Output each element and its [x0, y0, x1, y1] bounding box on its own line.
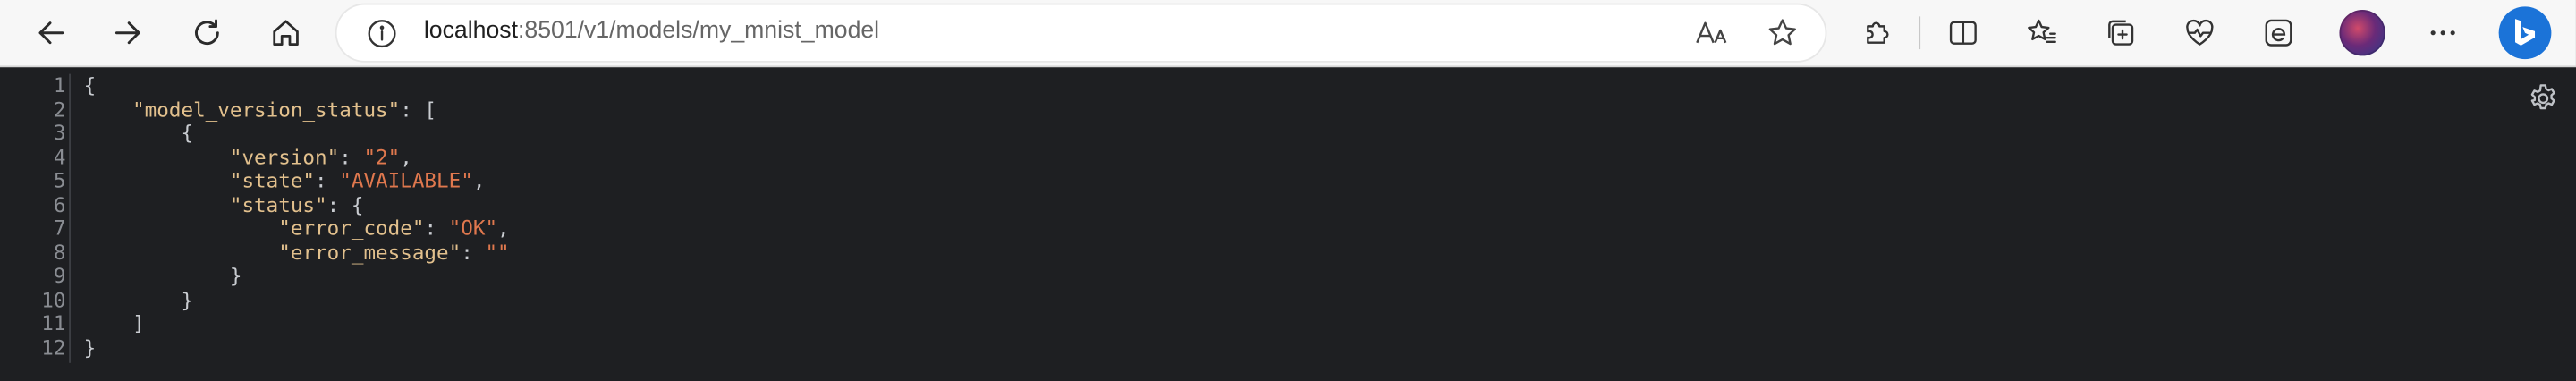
- json-line: "model_version_status": [: [84, 97, 510, 122]
- home-icon: [273, 20, 299, 46]
- json-line: "status": {: [84, 193, 510, 217]
- copilot-button[interactable]: [2498, 6, 2552, 60]
- json-string: "": [485, 241, 510, 265]
- browser-essentials-button[interactable]: [2175, 8, 2224, 57]
- line-number: 2: [53, 97, 66, 122]
- json-key: "error_code": [278, 216, 425, 241]
- extensions-button[interactable]: [1853, 8, 1902, 57]
- json-punctuation: : {: [326, 193, 364, 216]
- json-code: { "model_version_status": [ { "version":…: [84, 74, 510, 361]
- address-url[interactable]: localhost:8501/v1/models/my_mnist_model: [424, 18, 879, 44]
- refresh-icon: [195, 19, 219, 46]
- json-key: "status": [229, 193, 327, 216]
- forward-button[interactable]: [104, 8, 153, 57]
- json-key: "version": [229, 145, 340, 169]
- json-line: "version": "2",: [84, 146, 510, 170]
- split-screen-icon: [1949, 21, 1977, 45]
- line-number: 10: [41, 289, 66, 312]
- json-punctuation: : [: [400, 97, 437, 122]
- line-number: 1: [53, 73, 66, 97]
- json-punctuation: [84, 241, 279, 265]
- internet-explorer-icon: [2265, 19, 2292, 47]
- json-punctuation: ,: [497, 216, 510, 241]
- json-punctuation: :: [339, 145, 364, 169]
- home-button[interactable]: [261, 8, 310, 57]
- json-punctuation: {: [83, 73, 97, 97]
- line-number: 8: [53, 241, 66, 265]
- json-punctuation: }: [83, 289, 194, 312]
- url-path: :8501/v1/models/my_mnist_model: [517, 18, 880, 45]
- line-number: 6: [53, 193, 66, 216]
- line-number: 7: [53, 216, 66, 241]
- json-line: }: [84, 289, 510, 313]
- heart-pulse-icon: [2186, 19, 2214, 46]
- json-punctuation: ]: [83, 312, 145, 336]
- line-number: 5: [53, 169, 66, 193]
- json-punctuation: [84, 217, 279, 241]
- json-punctuation: ,: [400, 145, 412, 169]
- json-line: "error_code": "OK",: [84, 217, 510, 241]
- json-punctuation: [84, 146, 230, 169]
- more-dots-icon: [2430, 30, 2455, 36]
- read-aloud-icon[interactable]: [1694, 16, 1730, 55]
- json-line: {: [84, 122, 510, 146]
- json-string: "AVAILABLE": [339, 169, 473, 193]
- bing-logo-icon: [2514, 19, 2536, 46]
- collections-icon: [2108, 20, 2134, 46]
- back-button[interactable]: [26, 8, 75, 57]
- json-line: "state": "AVAILABLE",: [84, 169, 510, 193]
- line-number: 12: [41, 336, 66, 360]
- json-punctuation: :: [461, 241, 486, 265]
- refresh-button[interactable]: [182, 8, 232, 57]
- line-number: 9: [53, 265, 66, 289]
- line-number-gutter: 1 2 3 4 5 6 7 8 9 10 11 12: [0, 73, 71, 363]
- json-line: }: [84, 336, 510, 360]
- json-line: {: [84, 74, 510, 98]
- json-punctuation: :: [315, 169, 340, 193]
- url-host: localhost: [423, 18, 518, 45]
- site-info-icon[interactable]: [367, 18, 398, 55]
- json-punctuation: [84, 97, 132, 121]
- line-number: 11: [41, 312, 66, 336]
- json-punctuation: {: [83, 122, 194, 145]
- address-bar[interactable]: localhost:8501/v1/models/my_mnist_model: [336, 4, 1826, 61]
- profile-avatar[interactable]: [2339, 10, 2385, 56]
- favorites-button[interactable]: [2017, 8, 2066, 57]
- toolbar-divider: [1919, 16, 1921, 50]
- json-viewer: 1 2 3 4 5 6 7 8 9 10 11 12 { "model_version_status"…: [0, 67, 2576, 381]
- json-punctuation: [84, 169, 230, 192]
- json-line: }: [84, 265, 510, 289]
- collections-button[interactable]: [2097, 8, 2146, 57]
- json-line: ]: [84, 313, 510, 337]
- line-number: 3: [53, 122, 66, 145]
- line-number: 4: [53, 145, 66, 169]
- json-punctuation: }: [83, 265, 242, 289]
- json-key: "error_message": [278, 241, 462, 265]
- json-key: "state": [229, 169, 316, 193]
- json-string: "2": [363, 145, 401, 169]
- split-screen-button[interactable]: [1938, 8, 1987, 57]
- viewer-settings-icon[interactable]: [2527, 82, 2560, 122]
- back-arrow-icon: [38, 21, 64, 45]
- puzzle-piece-icon: [1867, 21, 1889, 44]
- json-punctuation: }: [83, 336, 97, 360]
- json-key: "model_version_status": [132, 97, 401, 122]
- favorite-star-icon[interactable]: [1766, 16, 1799, 55]
- json-punctuation: :: [424, 216, 449, 241]
- favorites-list-icon: [2028, 19, 2056, 44]
- json-string: "OK": [448, 216, 498, 241]
- json-line: "error_message": "": [84, 241, 510, 266]
- ie-mode-button[interactable]: [2254, 8, 2303, 57]
- forward-arrow-icon: [114, 21, 140, 45]
- settings-and-more-button[interactable]: [2419, 8, 2468, 57]
- json-punctuation: ,: [472, 169, 486, 193]
- browser-toolbar: localhost:8501/v1/models/my_mnist_model: [0, 0, 2576, 68]
- json-punctuation: [84, 193, 230, 216]
